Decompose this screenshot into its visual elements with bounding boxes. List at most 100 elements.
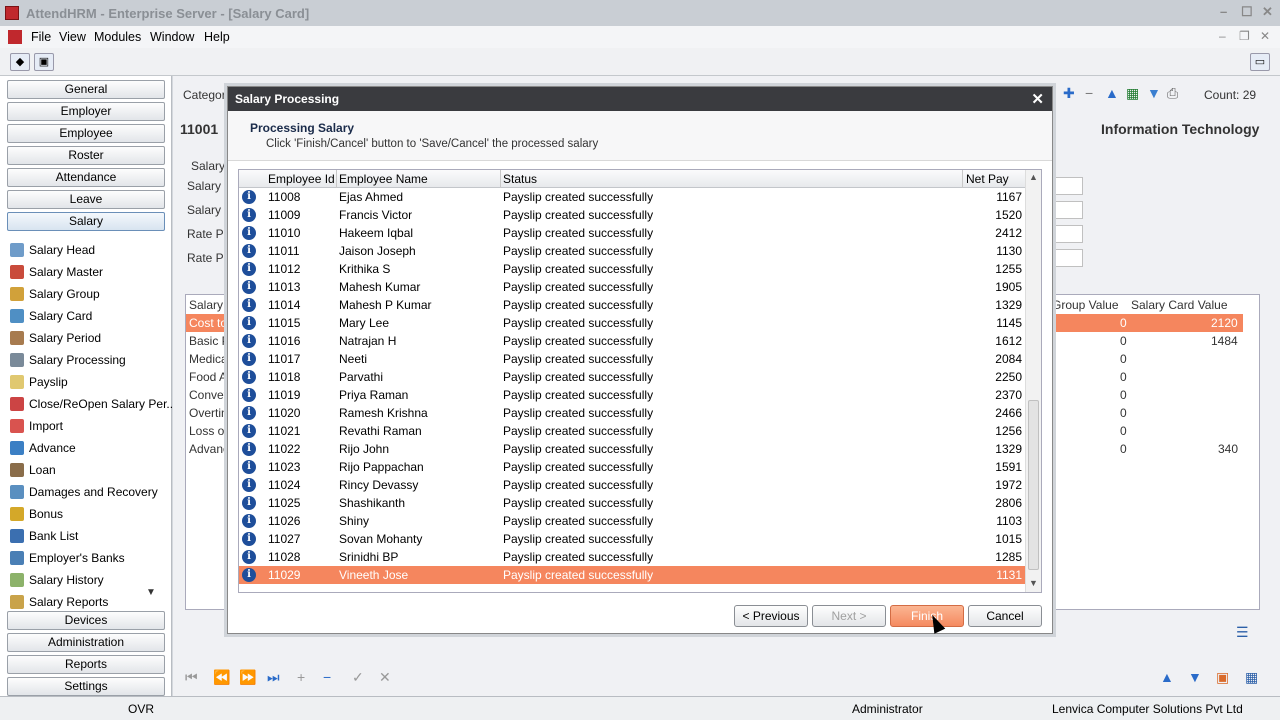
delete-record-icon[interactable]: − xyxy=(323,669,331,685)
col-employee-name[interactable]: Employee Name xyxy=(339,172,428,186)
filter-icon[interactable]: ▼ xyxy=(1147,85,1161,101)
table-row[interactable]: i 11017 Neeti Payslip created successfully 2… xyxy=(239,350,1025,368)
dialog-close-icon[interactable]: ✕ xyxy=(1031,90,1044,108)
scroll-thumb[interactable] xyxy=(1028,400,1039,570)
grid-scrollbar[interactable]: ▲ ▼ xyxy=(1025,170,1041,592)
nav-leave[interactable]: Leave xyxy=(7,190,165,209)
nav-general[interactable]: General xyxy=(7,80,165,99)
col-status[interactable]: Status xyxy=(503,172,537,186)
close-icon[interactable]: ✕ xyxy=(1262,4,1273,20)
nav-item-payslip[interactable]: Payslip xyxy=(10,373,68,391)
cancel-button[interactable]: Cancel xyxy=(968,605,1042,627)
table-row[interactable]: i 11024 Rincy Devassy Payslip created succe… xyxy=(239,476,1025,494)
spinner-4[interactable] xyxy=(1053,249,1083,267)
scroll-down-icon[interactable]: ▼ xyxy=(146,587,156,598)
spinner-1[interactable] xyxy=(1053,177,1083,195)
menu-file[interactable]: File xyxy=(31,30,51,44)
nav-item-salary-period[interactable]: Salary Period xyxy=(10,329,101,347)
next-button[interactable]: Next > xyxy=(812,605,886,627)
nav-item-close-reopen[interactable]: Close/ReOpen Salary Per... xyxy=(10,395,176,413)
nav-item-salary-master[interactable]: Salary Master xyxy=(10,263,103,281)
table-row[interactable]: i 11023 Rijo Pappachan Payslip created succ… xyxy=(239,458,1025,476)
table-row[interactable]: i 11008 Ejas Ahmed Payslip created successf… xyxy=(239,188,1025,206)
last-record-icon[interactable]: ⏭ xyxy=(267,669,280,686)
nav-item-bonus[interactable]: Bonus xyxy=(10,505,63,523)
save-record-icon[interactable]: ✓ xyxy=(352,669,364,686)
table-row[interactable]: i 11012 Krithika S Payslip created successf… xyxy=(239,260,1025,278)
table-row[interactable]: i 11009 Francis Victor Payslip created succ… xyxy=(239,206,1025,224)
scroll-down-icon[interactable]: ▼ xyxy=(1029,578,1038,588)
table-row[interactable]: i 11014 Mahesh P Kumar Payslip created succ… xyxy=(239,296,1025,314)
nav-item-salary-group[interactable]: Salary Group xyxy=(10,285,100,303)
spinner-2[interactable] xyxy=(1053,201,1083,219)
table-row[interactable]: i 11015 Mary Lee Payslip created successful… xyxy=(239,314,1025,332)
nav-item-advance[interactable]: Advance xyxy=(10,439,76,457)
table-row[interactable]: i 11019 Priya Raman Payslip created success… xyxy=(239,386,1025,404)
nav-item-employers-banks[interactable]: Employer's Banks xyxy=(10,549,125,567)
up-icon[interactable]: ▲ xyxy=(1105,85,1119,101)
nav-item-bank-list[interactable]: Bank List xyxy=(10,527,78,545)
nav-item-loan[interactable]: Loan xyxy=(10,461,56,479)
print-icon[interactable]: ⎙ xyxy=(1167,85,1178,102)
move-down-icon[interactable]: ▼ xyxy=(1188,669,1202,685)
nav-devices[interactable]: Devices xyxy=(7,611,165,630)
mdi-close-icon[interactable]: ✕ xyxy=(1260,29,1270,43)
screen-icon[interactable]: ▭ xyxy=(1250,53,1270,71)
nav-item-damages[interactable]: Damages and Recovery xyxy=(10,483,158,501)
menu-window[interactable]: Window xyxy=(150,30,194,44)
table-row[interactable]: i 11022 Rijo John Payslip created successfu… xyxy=(239,440,1025,458)
table-icon[interactable]: ▦ xyxy=(1245,669,1258,686)
menu-view[interactable]: View xyxy=(59,30,86,44)
table-row[interactable]: i 11013 Mahesh Kumar Payslip created succes… xyxy=(239,278,1025,296)
nav-administration[interactable]: Administration xyxy=(7,633,165,652)
excel-icon[interactable]: ▦ xyxy=(1126,85,1139,102)
grid-layout-icon[interactable]: ☰ xyxy=(1236,624,1249,641)
previous-button[interactable]: < Previous xyxy=(734,605,808,627)
table-row[interactable]: i 11021 Revathi Raman Payslip created succe… xyxy=(239,422,1025,440)
nav-item-salary-card[interactable]: Salary Card xyxy=(10,307,92,325)
table-row[interactable]: i 11028 Srinidhi BP Payslip created success… xyxy=(239,548,1025,566)
table-row[interactable]: i 11025 Shashikanth Payslip created success… xyxy=(239,494,1025,512)
move-up-icon[interactable]: ▲ xyxy=(1160,669,1174,685)
prev-record-icon[interactable]: ⏪ xyxy=(213,669,230,686)
add-icon[interactable]: ✚ xyxy=(1063,85,1075,102)
scroll-up-icon[interactable]: ▲ xyxy=(1029,172,1038,182)
nav-item-salary-history[interactable]: Salary History xyxy=(10,571,104,589)
nav-item-salary-processing[interactable]: Salary Processing xyxy=(10,351,126,369)
table-row[interactable]: i 11026 Shiny Payslip created successfully 1… xyxy=(239,512,1025,530)
minimize-icon[interactable]: – xyxy=(1220,4,1227,19)
next-record-icon[interactable]: ⏩ xyxy=(239,669,256,686)
menu-modules[interactable]: Modules xyxy=(94,30,141,44)
maximize-icon[interactable]: ☐ xyxy=(1241,4,1253,20)
book-icon[interactable]: ◆ xyxy=(10,53,30,71)
nav-salary[interactable]: Salary xyxy=(7,212,165,231)
col-net-pay[interactable]: Net Pay xyxy=(966,172,1009,186)
table-row[interactable]: i 11018 Parvathi Payslip created successful… xyxy=(239,368,1025,386)
table-row[interactable]: i 11010 Hakeem Iqbal Payslip created succes… xyxy=(239,224,1025,242)
table-row[interactable]: i 11029 Vineeth Jose Payslip created succes… xyxy=(239,566,1025,584)
table-row[interactable]: i 11020 Ramesh Krishna Payslip created succ… xyxy=(239,404,1025,422)
mdi-restore-icon[interactable]: ❐ xyxy=(1239,29,1250,43)
nav-item-salary-reports[interactable]: Salary Reports xyxy=(10,593,108,611)
menu-help[interactable]: Help xyxy=(204,30,230,44)
nav-attendance[interactable]: Attendance xyxy=(7,168,165,187)
add-record-icon[interactable]: + xyxy=(297,669,305,685)
nav-roster[interactable]: Roster xyxy=(7,146,165,165)
nav-item-import[interactable]: Import xyxy=(10,417,63,435)
export-icon[interactable]: ▣ xyxy=(1216,669,1229,686)
camera-icon[interactable]: ▣ xyxy=(34,53,54,71)
nav-settings[interactable]: Settings xyxy=(7,677,165,696)
table-row[interactable]: i 11011 Jaison Joseph Payslip created succe… xyxy=(239,242,1025,260)
nav-employer[interactable]: Employer xyxy=(7,102,165,121)
first-record-icon[interactable]: ⏮ xyxy=(185,669,198,686)
table-row[interactable]: i 11027 Sovan Mohanty Payslip created succe… xyxy=(239,530,1025,548)
nav-reports[interactable]: Reports xyxy=(7,655,165,674)
cancel-record-icon[interactable]: ✕ xyxy=(379,669,391,686)
remove-icon[interactable]: − xyxy=(1085,85,1093,101)
nav-item-salary-head[interactable]: Salary Head xyxy=(10,241,95,259)
mdi-minimize-icon[interactable]: – xyxy=(1219,29,1226,43)
input-3[interactable] xyxy=(1053,225,1083,243)
table-row[interactable]: i 11016 Natrajan H Payslip created successf… xyxy=(239,332,1025,350)
col-employee-id[interactable]: Employee Id xyxy=(268,172,335,186)
nav-employee[interactable]: Employee xyxy=(7,124,165,143)
